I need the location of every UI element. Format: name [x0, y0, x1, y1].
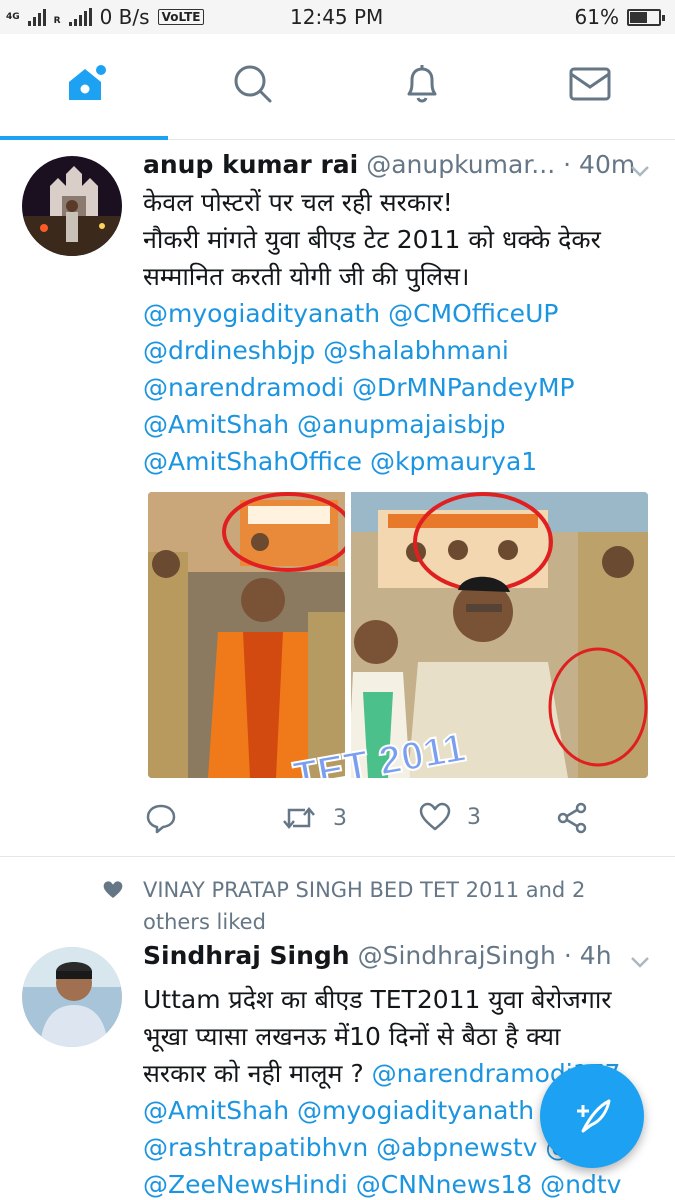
search-icon — [234, 65, 272, 103]
compose-feather-icon — [577, 1099, 611, 1133]
tweet-text-line: भूखा प्यासा लखनऊ में10 दिनों से बैठा है … — [143, 1022, 561, 1051]
battery-percent: 61% — [574, 5, 619, 29]
username[interactable]: @SindhrajSingh — [358, 941, 556, 970]
retweet-button[interactable]: 3 — [281, 802, 347, 834]
timestamp[interactable]: · 4h — [564, 941, 612, 970]
retweet-count: 3 — [333, 805, 347, 831]
mention-line[interactable]: @ZeeNewsHindi @CNNnews18 @ndtv — [143, 1166, 653, 1200]
tweet-text-line: Uttam प्रदेश का बीएड TET2011 युवा बेरोजग… — [143, 985, 612, 1014]
mention-line[interactable]: @drdineshbjp @shalabhmani — [143, 332, 653, 369]
signal-icon — [27, 8, 46, 26]
tweet-text-segment: सरकार को नही मालूम ? — [143, 1059, 372, 1088]
liked-heart-icon — [103, 881, 123, 898]
mention-line[interactable]: @myogiadityanath @CMOfficeUP — [143, 295, 653, 332]
timestamp[interactable]: · 40m — [563, 150, 635, 179]
heart-icon — [419, 802, 451, 831]
bell-icon — [407, 65, 437, 103]
roaming-indicator: R — [53, 16, 61, 26]
tweet-header: Sindhraj Singh @SindhrajSingh · 4h — [143, 941, 612, 970]
share-button[interactable] — [556, 802, 588, 834]
status-bar: 4G R 0 B/s VoLTE 12:45 PM 61% — [0, 0, 675, 34]
chevron-down-icon[interactable] — [629, 160, 651, 182]
reply-button[interactable] — [145, 802, 177, 834]
network-type: 4G — [6, 11, 20, 22]
avatar[interactable] — [22, 947, 122, 1047]
username[interactable]: @anupkumar... — [366, 150, 555, 179]
tweet-photo[interactable]: TET 2011 — [148, 492, 648, 778]
volte-badge: VoLTE — [157, 9, 205, 25]
clock: 12:45 PM — [290, 5, 384, 29]
chevron-down-icon[interactable] — [629, 951, 651, 973]
display-name[interactable]: anup kumar rai — [143, 150, 358, 179]
tab-messages[interactable] — [560, 54, 620, 114]
tweet-actions: 3 3 — [143, 800, 613, 836]
social-context-line: others liked — [143, 910, 266, 934]
social-context-line: VINAY PRATAP SINGH BED TET 2011 and 2 — [143, 878, 586, 902]
social-context[interactable]: VINAY PRATAP SINGH BED TET 2011 and 2 ot… — [143, 874, 643, 938]
data-speed: 0 B/s — [99, 5, 150, 29]
compose-tweet-button[interactable] — [540, 1064, 644, 1168]
like-button[interactable]: 3 — [419, 802, 481, 832]
tab-notifications[interactable] — [392, 54, 452, 114]
mention-line[interactable]: @AmitShah @anupmajaisbjp — [143, 406, 653, 443]
tweet-text-line: सम्मानित करती योगी जी की पुलिस। — [143, 262, 470, 291]
mail-icon — [569, 67, 611, 101]
signal-icon-2 — [68, 8, 92, 26]
tab-bar — [0, 34, 675, 140]
mention-line[interactable]: @AmitShahOffice @kpmaurya1 — [143, 443, 653, 480]
tweet-text-line: नौकरी मांगते युवा बीएड टेट 2011 को धक्के… — [143, 225, 601, 254]
share-icon — [557, 802, 587, 834]
tweet-header: anup kumar rai @anupkumar... · 40m — [143, 150, 635, 179]
mention-line[interactable]: @narendramodi @DrMNPandeyMP — [143, 369, 653, 406]
reply-icon — [146, 804, 176, 834]
like-count: 3 — [467, 804, 481, 830]
tweet-divider — [0, 856, 675, 857]
display-name[interactable]: Sindhraj Singh — [143, 941, 350, 970]
tab-home[interactable] — [55, 54, 115, 114]
avatar[interactable] — [22, 156, 122, 256]
retweet-icon — [283, 807, 315, 829]
home-icon — [69, 65, 106, 100]
tweet-text-line: केवल पोस्टरों पर चल रही सरकार! — [143, 188, 453, 217]
tweet-text: केवल पोस्टरों पर चल रही सरकार! नौकरी मां… — [143, 184, 653, 480]
battery-icon — [627, 8, 665, 26]
tab-search[interactable] — [223, 54, 283, 114]
